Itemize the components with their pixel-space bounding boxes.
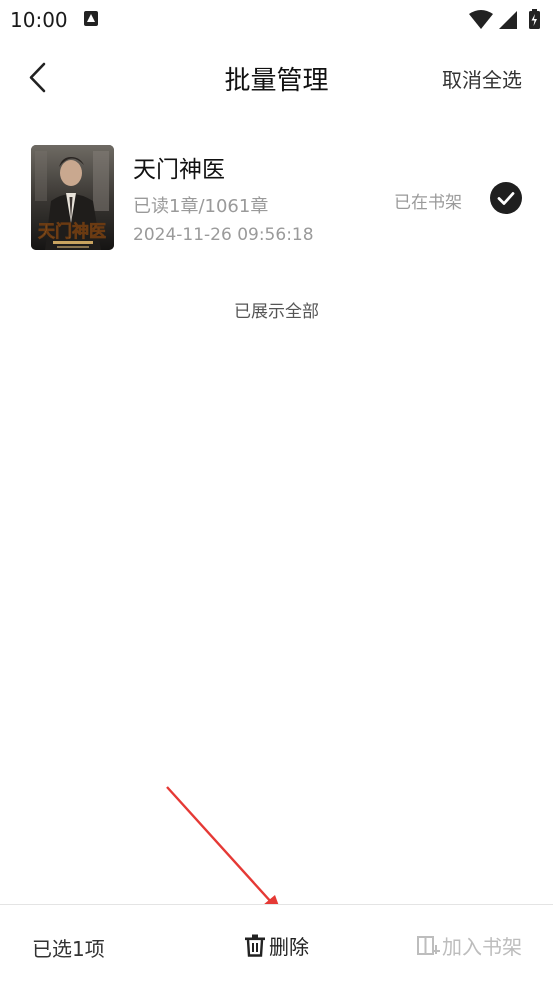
nav-bar: 批量管理 取消全选 <box>0 48 553 108</box>
book-title: 天门神医 <box>133 157 225 183</box>
list-end-hint: 已展示全部 <box>234 302 319 322</box>
status-icons <box>469 9 540 29</box>
cover-title-text: 天门神医 <box>38 221 106 242</box>
cancel-select-all-button[interactable]: 取消全选 <box>442 64 522 93</box>
wifi-icon <box>469 10 493 29</box>
add-to-shelf-icon <box>417 936 440 955</box>
book-last-read-time: 2024-11-26 09:56:18 <box>133 225 314 245</box>
add-to-shelf-button[interactable]: 加入书架 <box>416 931 522 959</box>
battery-icon <box>529 9 540 29</box>
book-cover: 天门神医 <box>31 145 114 250</box>
notification-icon <box>84 11 98 26</box>
trash-icon <box>245 934 265 957</box>
status-time: 10:00 <box>10 8 68 32</box>
book-read-progress: 已读1章/1061章 <box>133 196 269 217</box>
chevron-left-icon <box>29 62 46 93</box>
shelf-status-label: 已在书架 <box>394 193 462 213</box>
delete-button-label: 删除 <box>269 934 309 959</box>
book-list-item[interactable]: 天门神医 天门神医 已读1章/1061章 2024-11-26 09:56:18… <box>0 134 553 264</box>
bottom-action-bar: 已选1项 删除 加入书架 <box>0 904 553 984</box>
signal-icon <box>499 11 517 29</box>
back-button[interactable] <box>22 58 58 98</box>
selected-count-label: 已选1项 <box>32 937 105 961</box>
delete-button[interactable]: 删除 <box>244 931 309 959</box>
status-bar: 10:00 <box>0 0 553 38</box>
select-checkbox[interactable] <box>490 182 522 214</box>
add-to-shelf-label: 加入书架 <box>442 934 522 959</box>
checkmark-icon <box>497 192 515 205</box>
